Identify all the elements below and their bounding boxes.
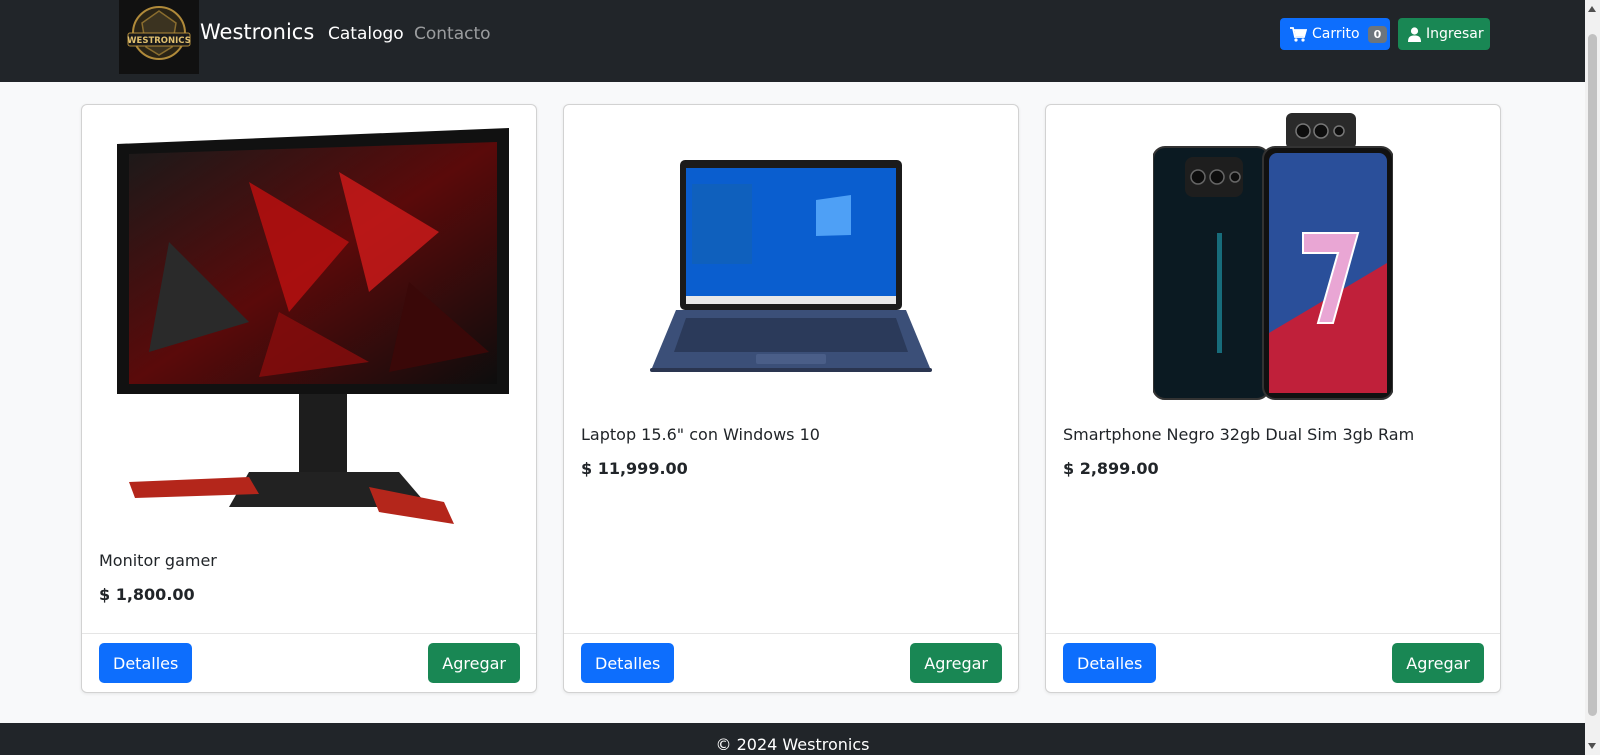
page-footer: © 2024 Westronics xyxy=(0,723,1585,755)
product-title: Monitor gamer xyxy=(99,551,217,570)
login-button[interactable]: Ingresar xyxy=(1398,18,1490,50)
cart-button[interactable]: Carrito 0 xyxy=(1280,18,1390,50)
product-image-laptop xyxy=(580,115,1002,415)
scrollbar-thumb[interactable] xyxy=(1588,34,1597,716)
brand-name[interactable]: Westronics xyxy=(200,20,314,44)
details-button[interactable]: Detalles xyxy=(581,643,675,683)
brand-logo-text: WESTRONICS xyxy=(127,36,191,46)
login-label: Ingresar xyxy=(1426,26,1484,42)
scroll-up-icon[interactable] xyxy=(1588,6,1596,12)
product-title: Smartphone Negro 32gb Dual Sim 3gb Ram xyxy=(1063,425,1415,444)
card-footer: Detalles Agregar xyxy=(82,633,536,692)
details-button[interactable]: Detalles xyxy=(1063,643,1157,683)
details-button[interactable]: Detalles xyxy=(99,643,193,683)
vertical-scrollbar[interactable] xyxy=(1585,0,1600,755)
product-price: $ 11,999.00 xyxy=(581,459,688,478)
product-price: $ 2,899.00 xyxy=(1063,459,1159,478)
product-image-smartphone xyxy=(1062,111,1484,411)
add-to-cart-button[interactable]: Agregar xyxy=(1392,643,1484,683)
product-image-monitor xyxy=(98,117,520,537)
scroll-down-icon[interactable] xyxy=(1588,743,1596,749)
card-footer: Detalles Agregar xyxy=(564,633,1018,692)
product-price: $ 1,800.00 xyxy=(99,585,195,604)
footer-copyright: © 2024 Westronics xyxy=(715,735,870,754)
cart-count-badge: 0 xyxy=(1367,25,1388,43)
add-to-cart-button[interactable]: Agregar xyxy=(428,643,520,683)
product-card: Monitor gamer $ 1,800.00 Detalles Agrega… xyxy=(81,104,537,693)
product-card: Laptop 15.6" con Windows 10 $ 11,999.00 … xyxy=(563,104,1019,693)
nav-link-catalogo[interactable]: Catalogo xyxy=(328,24,404,44)
navbar: WESTRONICS Westronics Catalogo Contacto … xyxy=(0,0,1585,82)
cart-icon xyxy=(1290,26,1307,42)
add-to-cart-button[interactable]: Agregar xyxy=(910,643,1002,683)
card-footer: Detalles Agregar xyxy=(1046,633,1500,692)
cart-label: Carrito xyxy=(1312,26,1360,42)
nav-link-contacto[interactable]: Contacto xyxy=(414,24,491,44)
brand-logo[interactable]: WESTRONICS xyxy=(119,0,199,74)
product-card: Smartphone Negro 32gb Dual Sim 3gb Ram $… xyxy=(1045,104,1501,693)
product-title: Laptop 15.6" con Windows 10 xyxy=(581,425,820,444)
user-icon xyxy=(1408,26,1421,42)
